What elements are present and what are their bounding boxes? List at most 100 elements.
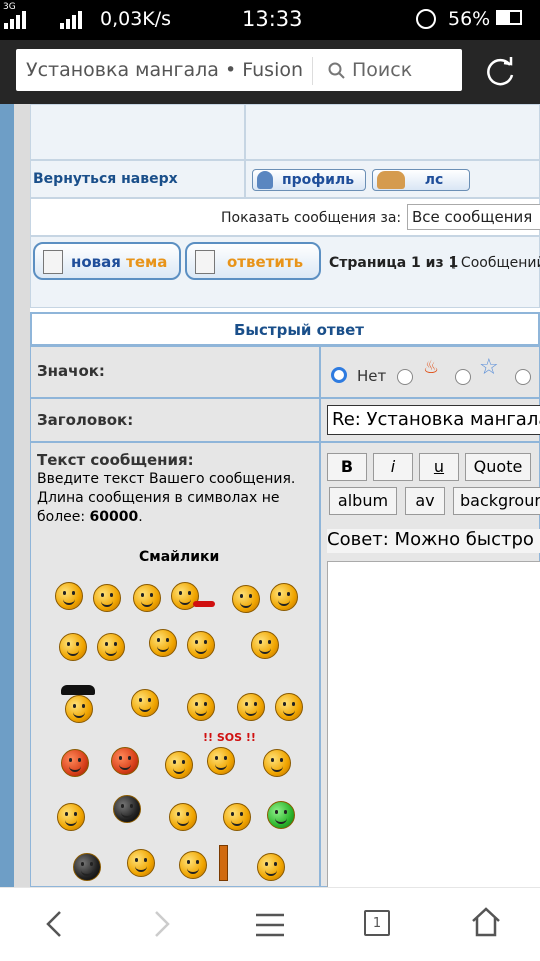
post-footer-right: [245, 104, 540, 160]
page-border-left: [0, 104, 14, 887]
bomb-icon[interactable]: [73, 853, 101, 881]
smiley-icon[interactable]: [237, 693, 265, 721]
smiley-icon[interactable]: [133, 584, 161, 612]
message-hint-3: более: 60000.: [37, 509, 143, 525]
screaming-smiley-icon[interactable]: [113, 795, 141, 823]
smiley-icon[interactable]: [232, 585, 260, 613]
album-button[interactable]: album: [329, 487, 397, 515]
new-topic-label: новая тема: [71, 253, 167, 271]
message-hint-2: Длина сообщения в символах не: [37, 490, 280, 506]
background-button[interactable]: backgroun: [453, 487, 540, 515]
profile-button-label: профиль: [281, 172, 355, 188]
new-topic-label-prefix: новая: [71, 253, 127, 271]
pm-button-label: лс: [424, 172, 444, 188]
subject-field-cell: Re: Установка мангала: [320, 398, 540, 442]
smiley-icon[interactable]: [257, 853, 285, 881]
message-label: Текст сообщения:: [37, 451, 194, 469]
message-editor-cell: B i u Quote album av backgroun Совет: Мо…: [320, 442, 540, 887]
signal-icon-1: [4, 10, 28, 29]
back-icon[interactable]: [42, 908, 66, 940]
forward-icon[interactable]: [150, 908, 174, 940]
fire-icon: ♨: [423, 357, 440, 378]
icon-options-cell: Нет ♨ ☆: [320, 346, 540, 398]
smiley-icon[interactable]: [207, 747, 235, 775]
italic-button[interactable]: i: [373, 453, 413, 481]
message-textarea[interactable]: [327, 561, 540, 887]
smiley-icon[interactable]: [187, 631, 215, 659]
smiley-icon[interactable]: [169, 803, 197, 831]
angry-smiley-icon[interactable]: [61, 749, 89, 777]
search-icon: [328, 62, 345, 79]
smiley-icon[interactable]: [270, 583, 298, 611]
network-speed: 0,03K/s: [100, 8, 172, 30]
smiley-icon[interactable]: [127, 849, 155, 877]
icon-star-radio[interactable]: [455, 369, 471, 385]
post-footer-left: [30, 104, 245, 160]
tab-count: 1: [372, 916, 382, 931]
clock: 13:33: [242, 7, 303, 31]
smiley-icon[interactable]: [263, 749, 291, 777]
show-messages-value: Все сообщения: [412, 208, 533, 226]
bar-icon: [219, 845, 228, 881]
smiley-icon[interactable]: [97, 633, 125, 661]
smiley-icon[interactable]: [65, 695, 93, 723]
smiley-icon[interactable]: [187, 693, 215, 721]
message-max-length: 60000: [89, 509, 139, 525]
underline-button[interactable]: u: [419, 453, 459, 481]
icon-radio-4[interactable]: [515, 369, 531, 385]
subject-input[interactable]: Re: Установка мангала: [327, 405, 540, 435]
icon-fire-radio[interactable]: [397, 369, 413, 385]
smiley-icon[interactable]: [93, 584, 121, 612]
av-button[interactable]: av: [405, 487, 445, 515]
tabs-button[interactable]: 1: [364, 910, 390, 936]
icon-label-cell: Значок:: [30, 346, 320, 398]
smilies-title: Смайлики: [139, 549, 220, 565]
smiley-icon[interactable]: [59, 633, 87, 661]
sunglasses-smiley-icon[interactable]: [57, 803, 85, 831]
user-icon: [257, 171, 273, 189]
smiley-icon[interactable]: [179, 851, 207, 879]
profile-button[interactable]: профиль: [252, 169, 366, 191]
search-label[interactable]: Поиск: [352, 59, 412, 81]
battery-icon: [496, 10, 522, 25]
reply-button[interactable]: ответить: [185, 242, 321, 280]
messages-info: [ Сообщений: [451, 255, 540, 271]
home-icon[interactable]: [470, 906, 502, 938]
sos-label: !! SOS !!: [203, 731, 256, 744]
tongue-icon: [193, 601, 215, 607]
smiley-icon[interactable]: [55, 582, 83, 610]
smiley-icon[interactable]: [275, 693, 303, 721]
reload-icon[interactable]: [480, 53, 520, 93]
post-actions-cell: профиль лс: [245, 160, 540, 198]
devil-smiley-icon[interactable]: [111, 747, 139, 775]
new-topic-label-word: тема: [126, 253, 168, 271]
smiley-icon[interactable]: [131, 689, 159, 717]
editor-tip: Совет: Можно быстро п: [327, 529, 540, 553]
icon-label: Значок:: [37, 362, 105, 380]
pm-button[interactable]: лс: [372, 169, 470, 191]
document-icon: [195, 250, 215, 274]
browser-bottom-bar: 1: [0, 887, 540, 961]
show-messages-select[interactable]: Все сообщения: [407, 204, 540, 230]
menu-icon[interactable]: [254, 912, 286, 938]
users-icon: [377, 171, 405, 189]
alarm-icon: [416, 9, 436, 29]
page-title[interactable]: Установка мангала • Fusion: [26, 59, 303, 81]
smiley-icon[interactable]: [165, 751, 193, 779]
show-messages-bar: Показать сообщения за: Все сообщения: [30, 198, 540, 236]
address-bar[interactable]: Установка мангала • Fusion Поиск: [16, 49, 462, 91]
back-to-top-link[interactable]: Вернуться наверх: [33, 171, 178, 187]
icon-none-radio[interactable]: [331, 367, 347, 383]
subject-label: Заголовок:: [37, 411, 134, 429]
smiley-icon[interactable]: [149, 629, 177, 657]
green-smiley-icon[interactable]: [267, 801, 295, 829]
smiley-icon[interactable]: [251, 631, 279, 659]
new-topic-button[interactable]: новая тема: [33, 242, 181, 280]
quote-button[interactable]: Quote: [465, 453, 531, 481]
quick-reply-title: Быстрый ответ: [234, 321, 364, 339]
angel-smiley-icon[interactable]: [223, 803, 251, 831]
page-info: Страница 1 из 1: [329, 255, 459, 271]
status-bar: 3G 0,03K/s 13:33 56%: [0, 0, 540, 40]
star-icon: ☆: [479, 355, 499, 380]
bold-button[interactable]: B: [327, 453, 367, 481]
